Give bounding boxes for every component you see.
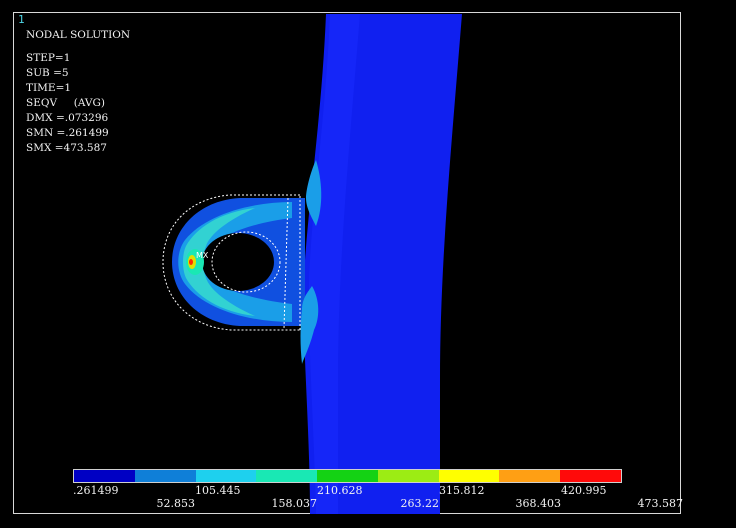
legend-swatch-7 <box>438 470 500 482</box>
contour-legend-bar <box>73 469 622 483</box>
legend-label-top-2: 105.445 <box>195 484 241 497</box>
max-marker: MX <box>196 251 209 260</box>
legend-swatch-9 <box>560 470 622 482</box>
legend-swatch-2 <box>134 470 196 482</box>
legend-swatch-1 <box>74 470 135 482</box>
legend-label-bottom-1: 52.853 <box>156 497 196 510</box>
legend-label-top-4: 315.812 <box>439 484 485 497</box>
fea-model-plot: MX <box>162 14 462 514</box>
legend-swatch-6 <box>377 470 439 482</box>
legend-label-bottom-5: 473.587 <box>637 497 684 510</box>
lug-hole <box>202 233 274 291</box>
legend-swatch-5 <box>317 470 378 482</box>
legend-label-bottom-2: 158.037 <box>271 497 318 510</box>
legend-swatch-8 <box>499 470 561 482</box>
legend-swatch-3 <box>195 470 257 482</box>
legend-label-bottom-3: 263.22 <box>400 497 440 510</box>
legend-label-top-3: 210.628 <box>317 484 363 497</box>
legend-swatch-4 <box>256 470 318 482</box>
legend-label-top-5: 420.995 <box>561 484 607 497</box>
legend-label-top-1: .261499 <box>73 484 119 497</box>
legend-label-bottom-4: 368.403 <box>515 497 562 510</box>
stress-hotspot-red <box>189 259 193 265</box>
